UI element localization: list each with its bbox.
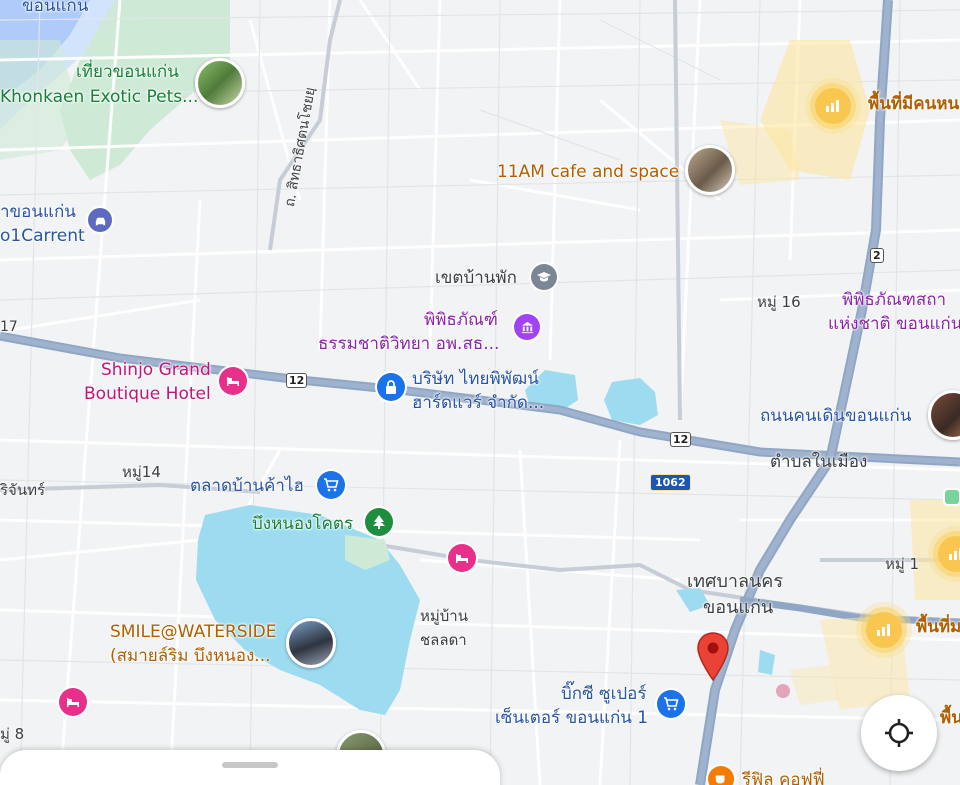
place-label-smile-line2[interactable]: (สมายล์ริม บึงหนอง... <box>110 646 271 667</box>
my-location-button[interactable] <box>861 695 937 771</box>
shopping-cart-icon[interactable] <box>317 471 345 499</box>
place-label-walking-street[interactable]: ถนนคนเดินขอนแก่น <box>760 406 911 427</box>
place-label-car-rent-en[interactable]: o1Carrent <box>0 226 85 247</box>
place-label-company-line2[interactable]: ฮาร์ดแวร์ จำกัด... <box>412 393 544 414</box>
zone-label-crowd-1[interactable]: พื้นที่มีคนหน <box>868 94 959 115</box>
crosshair-icon <box>885 719 913 747</box>
area-label-moo14: หมู่14 <box>122 463 161 481</box>
place-label-market[interactable]: ตลาดบ้านค้าไฮ <box>190 476 304 497</box>
place-photo-cafe[interactable] <box>685 145 735 195</box>
area-label-khon-kaen: ขอนแก่น <box>22 0 89 16</box>
zone-label-crowd-2[interactable]: พื้นที่ม <box>916 617 960 638</box>
coffee-icon[interactable] <box>708 766 734 785</box>
place-label-company-line1[interactable]: บริษัท ไทยพิพัฒน์ <box>412 369 539 390</box>
area-label-chan: ริจันทร์ <box>0 481 46 499</box>
place-label-exotic-pets[interactable]: Khonkaen Exotic Pets... <box>0 87 198 108</box>
hotel-icon-2[interactable] <box>448 544 476 572</box>
bottom-sheet[interactable] <box>0 750 500 785</box>
place-label-tour-khon-kaen[interactable]: เที่ยวขอนแก่น <box>76 62 179 83</box>
place-label-bigc-line2[interactable]: เซ็นเตอร์ ขอนแก่น 1 <box>495 708 648 729</box>
area-label-municipality-line1: เทศบาลนคร <box>687 571 784 592</box>
area-label-moo1: หมู่ 1 <box>885 555 920 573</box>
place-label-museum-2-line1[interactable]: พิพิธภัณฑสถา <box>842 290 946 311</box>
hotel-icon[interactable] <box>219 367 247 395</box>
place-label-smile-line1[interactable]: SMILE@WATERSIDE <box>110 622 276 643</box>
place-label-khet-ban-phak[interactable]: เขตบ้านพัก <box>435 268 517 289</box>
park-marker-icon[interactable] <box>945 490 959 504</box>
place-label-hotel-line2[interactable]: Boutique Hotel <box>84 384 211 405</box>
route-shield-1062: 1062 <box>650 474 691 491</box>
temple-icon[interactable] <box>776 684 790 698</box>
place-label-museum-2-line2[interactable]: แห่งชาติ ขอนแก่น <box>828 314 960 335</box>
area-label-moo8: มู่ 8 <box>0 725 25 743</box>
map-canvas[interactable]: ขอนแก่น เที่ยวขอนแก่น Khonkaen Exotic Pe… <box>0 0 960 785</box>
place-label-hotel-line1[interactable]: Shinjo Grand <box>101 360 211 381</box>
route-shield-12-west: 12 <box>286 373 308 388</box>
route-shield-2: 2 <box>870 248 884 263</box>
place-label-coffee[interactable]: รีฟิล คอฟฟี่ <box>742 770 825 785</box>
area-label-municipality-line2: ขอนแก่น <box>703 597 774 618</box>
place-label-museum-1-line1[interactable]: พิพิธภัณฑ์ <box>424 310 498 331</box>
place-label-bueng-nong-khot[interactable]: บึงหนองโคตร <box>252 514 353 535</box>
road-label-17: 17 <box>0 319 18 335</box>
place-label-car-rent-thai[interactable]: าขอนแก่น <box>0 202 76 223</box>
park-tree-icon[interactable] <box>365 508 393 536</box>
area-label-village-line1: หมู่บ้าน <box>420 607 468 625</box>
area-label-tambon-nai-mueang: ตำบลในเมือง <box>770 452 868 472</box>
shopping-cart-icon-2[interactable] <box>657 690 685 718</box>
place-label-museum-1-line2[interactable]: ธรรมชาติวิทยา อพ.สธ... <box>318 334 499 355</box>
car-rental-icon[interactable] <box>88 208 112 232</box>
crowd-zone-icon[interactable] <box>815 88 851 124</box>
lock-icon[interactable] <box>377 373 405 401</box>
crowd-zone-icon-2[interactable] <box>866 612 902 648</box>
museum-icon[interactable] <box>514 314 540 340</box>
place-photo-tour[interactable] <box>195 58 245 108</box>
sheet-drag-handle[interactable] <box>222 762 278 768</box>
hotel-icon-3[interactable] <box>59 688 87 716</box>
area-label-village-line2: ชลลดา <box>420 631 467 649</box>
location-pin-icon[interactable] <box>696 632 730 682</box>
place-label-bigc-line1[interactable]: บิ๊กซี ซูเปอร์ <box>561 684 647 705</box>
place-photo-smile[interactable] <box>286 618 336 668</box>
place-label-cafe[interactable]: 11AM cafe and space <box>497 162 679 183</box>
zone-label-crowd-3[interactable]: พื้น <box>940 708 960 729</box>
area-label-moo16: หมู่ 16 <box>757 293 801 311</box>
school-icon[interactable] <box>531 264 557 290</box>
route-shield-12-east: 12 <box>670 432 692 447</box>
